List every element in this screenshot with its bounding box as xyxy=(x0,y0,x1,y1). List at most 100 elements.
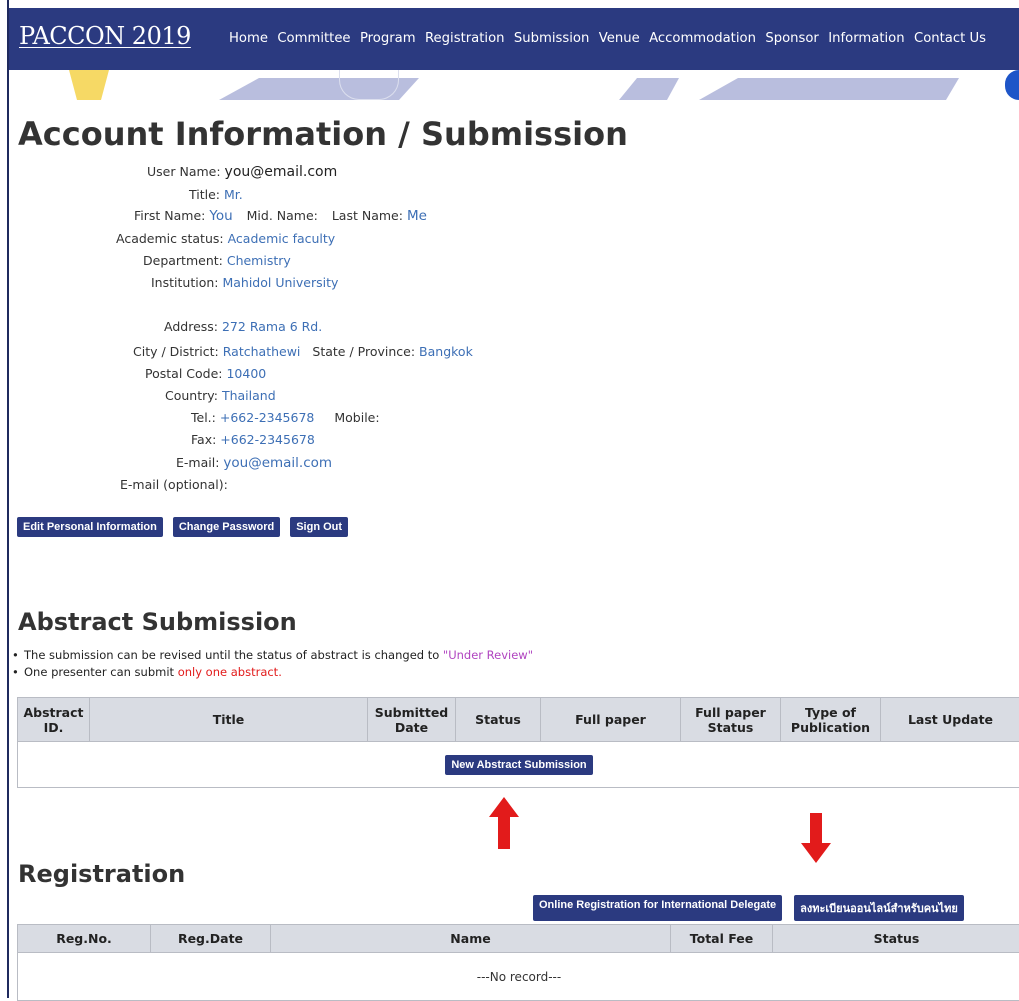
address-value: 272 Rama 6 Rd. xyxy=(222,319,322,334)
last-name-label: Last Name: xyxy=(332,208,403,223)
banner-shape xyxy=(1005,70,1019,100)
nav-item-program[interactable]: Program xyxy=(360,31,416,46)
academic-row: Academic status: Academic faculty xyxy=(116,231,335,246)
note-highlight: "Under Review" xyxy=(443,648,533,662)
page-title: Account Information / Submission xyxy=(18,115,628,153)
postal-row: Postal Code: 10400 xyxy=(145,366,266,381)
tel-label: Tel.: xyxy=(191,410,216,425)
nav-item-submission[interactable]: Submission xyxy=(514,31,589,46)
state-label: State / Province: xyxy=(312,344,415,359)
first-name-value: You xyxy=(209,208,232,224)
nav-item-accommodation[interactable]: Accommodation xyxy=(649,31,756,46)
fax-value: +662-2345678 xyxy=(220,432,315,447)
col-reg-no: Reg.No. xyxy=(18,925,151,953)
col-total-fee: Total Fee xyxy=(671,925,773,953)
institution-value: Mahidol University xyxy=(222,275,338,290)
registration-table: Reg.No. Reg.Date Name Total Fee Status -… xyxy=(17,924,1019,1001)
banner-shape xyxy=(339,70,399,100)
postal-value: 10400 xyxy=(226,366,266,381)
city-label: City / District: xyxy=(133,344,219,359)
city-value: Ratchathewi xyxy=(223,344,301,359)
nav-item-information[interactable]: Information xyxy=(828,31,904,46)
academic-label: Academic status: xyxy=(116,231,224,246)
col-name: Name xyxy=(271,925,671,953)
col-full-paper: Full paper xyxy=(541,698,681,742)
abstract-heading: Abstract Submission xyxy=(18,608,297,636)
fax-label: Fax: xyxy=(191,432,216,447)
email-row: E-mail: you@email.com xyxy=(176,455,332,471)
col-status: Status xyxy=(456,698,541,742)
new-abstract-submission-button[interactable]: New Abstract Submission xyxy=(445,755,592,775)
note-text: One presenter can submit xyxy=(24,665,178,679)
fax-row: Fax: +662-2345678 xyxy=(191,432,315,447)
username-label: User Name: xyxy=(147,164,221,179)
nav-item-sponsor[interactable]: Sponsor xyxy=(765,31,819,46)
title-label: Title: xyxy=(189,187,220,202)
username-value: you@email.com xyxy=(225,164,338,180)
username-row: User Name: you@email.com xyxy=(147,164,337,180)
city-row: City / District: Ratchathewi State / Pro… xyxy=(133,344,473,359)
mid-name-label: Mid. Name: xyxy=(247,208,318,223)
nav-item-contact-us[interactable]: Contact Us xyxy=(914,31,986,46)
country-label: Country: xyxy=(165,388,218,403)
name-row: First Name: You Mid. Name: Last Name: Me xyxy=(134,208,427,224)
col-type-of-publication: Type of Publication xyxy=(781,698,881,742)
postal-label: Postal Code: xyxy=(145,366,222,381)
col-last-update: Last Update xyxy=(881,698,1019,742)
header-banner xyxy=(9,70,1019,100)
abstract-notes: •The submission can be revised until the… xyxy=(12,647,533,681)
no-record-cell: ---No record--- xyxy=(18,953,1019,1001)
banner-shape xyxy=(619,78,679,100)
country-value: Thailand xyxy=(222,388,276,403)
last-name-value: Me xyxy=(407,208,427,224)
nav-item-registration[interactable]: Registration xyxy=(425,31,505,46)
country-row: Country: Thailand xyxy=(165,388,276,403)
department-row: Department: Chemistry xyxy=(143,253,291,268)
note-highlight: only one abstract. xyxy=(178,665,282,679)
institution-label: Institution: xyxy=(151,275,218,290)
address-label: Address: xyxy=(164,319,218,334)
change-password-button[interactable]: Change Password xyxy=(173,517,280,537)
col-reg-status: Status xyxy=(773,925,1019,953)
email-optional-label: E-mail (optional): xyxy=(120,477,228,492)
registration-heading: Registration xyxy=(18,860,185,888)
department-value: Chemistry xyxy=(227,253,291,268)
nav-menu: Home Committee Program Registration Subm… xyxy=(229,31,995,46)
edit-personal-info-button[interactable]: Edit Personal Information xyxy=(17,517,163,537)
title-row: Title: Mr. xyxy=(189,187,243,202)
state-value: Bangkok xyxy=(419,344,473,359)
institution-row: Institution: Mahidol University xyxy=(151,275,338,290)
nav-item-venue[interactable]: Venue xyxy=(599,31,640,46)
col-abstract-id: Abstract ID. xyxy=(18,698,90,742)
nav-item-home[interactable]: Home xyxy=(229,31,268,46)
col-submitted-date: Submitted Date xyxy=(368,698,456,742)
thai-registration-button[interactable]: ลงทะเบียนออนไลน์สำหรับคนไทย xyxy=(794,895,964,921)
col-title: Title xyxy=(90,698,368,742)
mobile-label: Mobile: xyxy=(334,410,379,425)
international-registration-button[interactable]: Online Registration for International De… xyxy=(533,895,782,921)
tel-value: +662-2345678 xyxy=(220,410,315,425)
banner-shape xyxy=(699,78,959,100)
note-item: •The submission can be revised until the… xyxy=(12,647,533,664)
first-name-label: First Name: xyxy=(134,208,205,223)
email-label: E-mail: xyxy=(176,455,219,470)
site-logo[interactable]: PACCON 2019 xyxy=(19,22,191,50)
abstract-table: Abstract ID. Title Submitted Date Status… xyxy=(17,697,1019,788)
tel-row: Tel.: +662-2345678 Mobile: xyxy=(191,410,380,425)
sign-out-button[interactable]: Sign Out xyxy=(290,517,348,537)
up-arrow-icon xyxy=(489,797,519,849)
registration-actions: Online Registration for International De… xyxy=(533,895,964,921)
title-value: Mr. xyxy=(224,187,243,202)
col-full-paper-status: Full paper Status xyxy=(681,698,781,742)
address-row: Address: 272 Rama 6 Rd. xyxy=(164,319,322,334)
note-item: •One presenter can submit only one abstr… xyxy=(12,664,533,681)
department-label: Department: xyxy=(143,253,223,268)
account-actions: Edit Personal Information Change Passwor… xyxy=(17,517,348,537)
nav-item-committee[interactable]: Committee xyxy=(277,31,350,46)
email-optional-row: E-mail (optional): xyxy=(120,477,228,492)
top-navbar: PACCON 2019 Home Committee Program Regis… xyxy=(9,8,1019,70)
academic-value: Academic faculty xyxy=(228,231,336,246)
email-value: you@email.com xyxy=(223,455,332,471)
abstract-empty-row: New Abstract Submission xyxy=(18,742,1019,788)
banner-shape xyxy=(69,70,109,100)
